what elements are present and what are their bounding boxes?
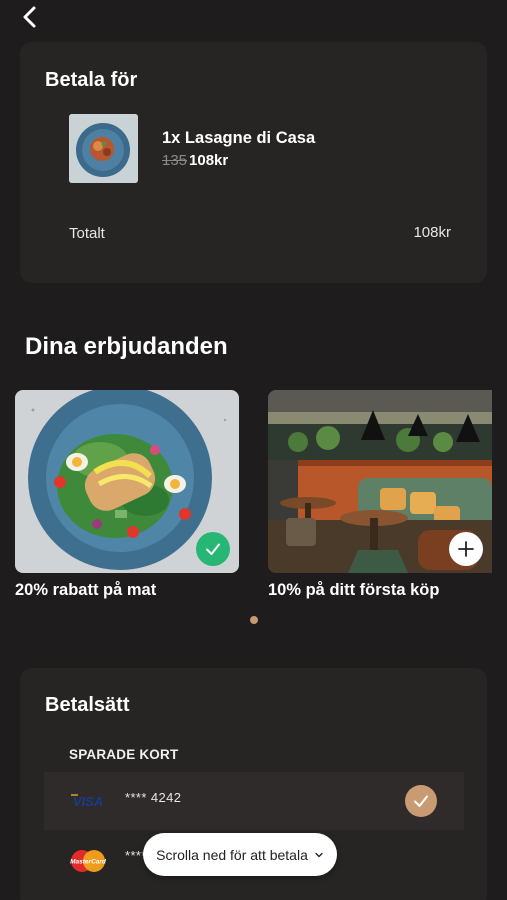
item-price: 135 108kr	[162, 152, 228, 169]
page-indicator-dot	[250, 616, 258, 624]
offer-image-salad	[15, 390, 239, 573]
visa-logo: VISA	[69, 791, 107, 816]
offer-selected-badge[interactable]	[196, 532, 230, 566]
item-old-price: 135	[162, 152, 188, 169]
offer-add-badge[interactable]	[449, 532, 483, 566]
methods-title: Betalsätt	[45, 694, 130, 716]
svg-text:VISA: VISA	[73, 794, 103, 809]
offer-label: 10% på ditt första köp	[268, 581, 440, 599]
total-label: Totalt	[69, 225, 105, 242]
mastercard-logo: MasterCard	[69, 849, 107, 878]
scroll-hint-label: Scrolla ned för att betala	[156, 846, 308, 863]
offer-label: 20% rabatt på mat	[15, 581, 157, 599]
item-name: 1x Lasagne di Casa	[162, 129, 316, 147]
card-selected-badge[interactable]	[405, 785, 437, 817]
item-thumbnail	[69, 114, 138, 183]
svg-text:MasterCard: MasterCard	[70, 859, 107, 866]
saved-card-row[interactable]: VISA **** 4242	[44, 772, 464, 830]
offers-title: Dina erbjudanden	[25, 333, 228, 360]
offer-card[interactable]: 20% rabatt på mat	[15, 390, 239, 600]
offer-image-restaurant	[268, 390, 492, 573]
item-current-price: 108kr	[189, 152, 229, 169]
total-value: 108kr	[413, 224, 451, 241]
offer-card[interactable]: 10% på ditt första köp	[268, 390, 492, 600]
chevron-down-icon	[314, 850, 324, 860]
check-icon	[206, 543, 220, 555]
card-number-masked: **** 4242	[125, 790, 182, 805]
check-icon	[414, 795, 428, 807]
back-button[interactable]	[18, 4, 44, 30]
chevron-left-icon	[23, 6, 36, 28]
scroll-to-pay-button[interactable]: Scrolla ned för att betala	[143, 833, 337, 876]
payment-title: Betala för	[45, 69, 138, 91]
payment-summary-card: Betala för 1x Lasagne di Casa 135 108kr T…	[20, 42, 487, 283]
saved-cards-label: SPARADE KORT	[69, 747, 179, 762]
plus-icon	[458, 541, 474, 557]
